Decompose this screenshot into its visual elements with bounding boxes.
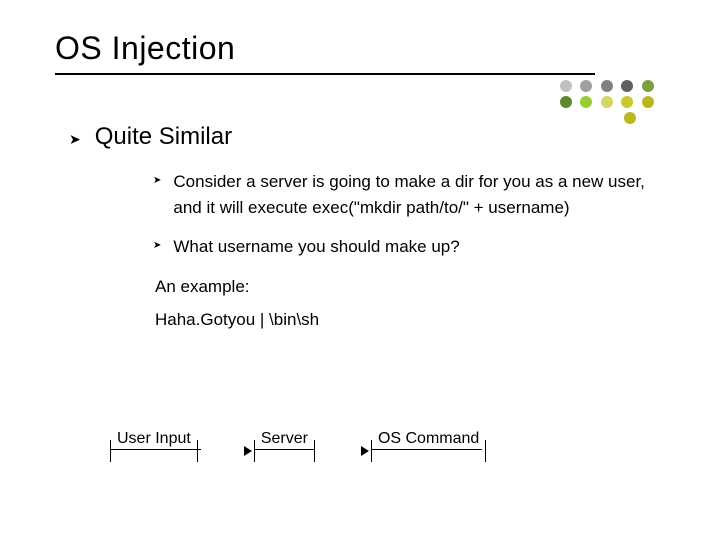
example-code: Haha.Gotyou | \bin\sh (155, 307, 670, 333)
arrow-right-icon (244, 446, 252, 456)
slide-title: OS Injection (55, 30, 670, 67)
flow-box-server: Server (254, 440, 315, 462)
arrow-right-icon (361, 446, 369, 456)
level2-text: Consider a server is going to make a dir… (173, 169, 670, 220)
flow-label: Server (255, 430, 314, 448)
flow-box-os-command: OS Command (371, 440, 486, 462)
title-underline (55, 73, 595, 75)
flow-underline (372, 449, 482, 450)
dot-icon (624, 112, 636, 124)
level1-text: Quite Similar (95, 123, 232, 151)
dot-icon (580, 80, 592, 92)
level2-text: What username you should make up? (173, 234, 459, 260)
tick-mark (485, 440, 486, 462)
bullet-level1: ➤ Quite Similar (55, 123, 670, 151)
flow-underline (111, 449, 201, 450)
dot-icon (621, 80, 633, 92)
dot-icon (601, 80, 613, 92)
decorative-dots (558, 78, 718, 126)
flow-label: OS Command (372, 430, 485, 448)
tick-mark (314, 440, 315, 462)
bullet-level2: ➤ Consider a server is going to make a d… (135, 169, 670, 220)
triangle-bullet-icon: ➤ (153, 175, 161, 186)
tick-mark (197, 440, 198, 462)
dot-icon (560, 96, 572, 108)
flow-box-user-input: User Input (110, 440, 198, 462)
example-label: An example: (155, 274, 670, 300)
flow-underline (255, 449, 315, 450)
dot-icon (560, 80, 572, 92)
dot-icon (642, 80, 654, 92)
dot-icon (621, 96, 633, 108)
flow-diagram: User Input Server OS Command (110, 440, 486, 462)
dot-icon (642, 96, 654, 108)
flow-label: User Input (111, 430, 197, 448)
dot-icon (601, 96, 613, 108)
bullet-level2: ➤ What username you should make up? (135, 234, 670, 260)
triangle-bullet-icon: ➤ (153, 240, 161, 251)
dot-icon (580, 96, 592, 108)
triangle-bullet-icon: ➤ (69, 131, 81, 148)
